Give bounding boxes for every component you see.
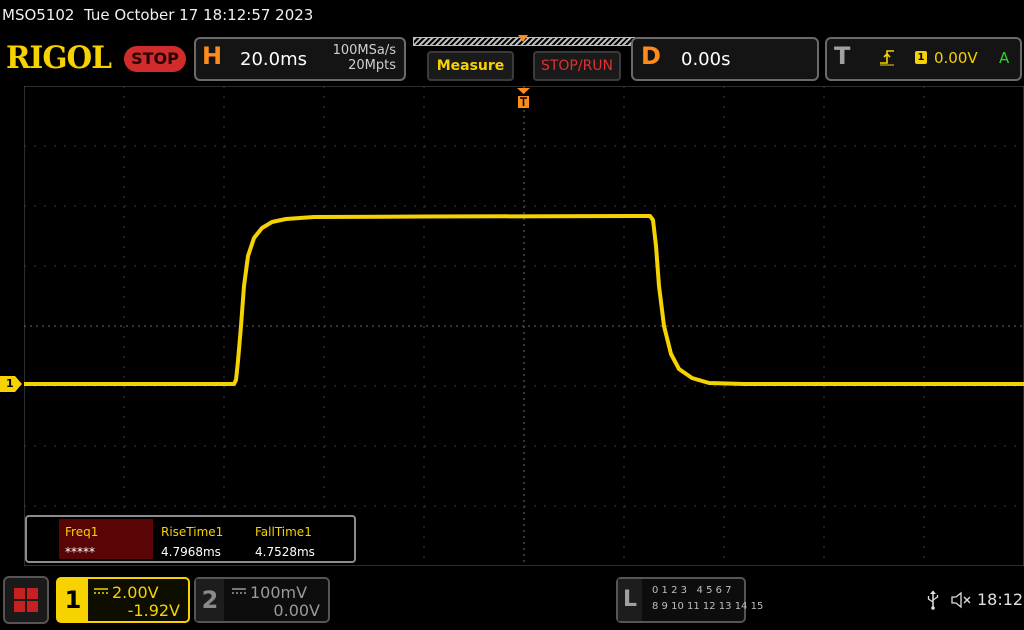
dc-coupling-icon [232, 588, 246, 594]
ch1-number: 1 [58, 579, 88, 621]
digital-channels-row-1: 0 1 2 3 4 5 6 7 [652, 585, 732, 596]
date-time: Tue October 17 18:12:57 2023 [84, 6, 314, 24]
delay-letter: D [641, 42, 661, 70]
trigger-position-marker-icon[interactable] [516, 86, 531, 110]
measurement-item[interactable]: Freq1 ***** [59, 519, 153, 559]
ch1-scale: 2.00V [112, 583, 159, 602]
measurement-value: 4.7528ms [255, 545, 315, 559]
main-menu-button[interactable] [3, 576, 49, 624]
digital-channels-row-2: 8 9 10 11 12 13 14 15 [652, 601, 764, 612]
sample-rate: 100MSa/s [332, 43, 396, 58]
top-bar: RIGOL STOP H 20.0ms 100MSa/s 20Mpts Meas… [0, 34, 1024, 84]
rigol-logo: RIGOL [6, 40, 112, 76]
measurement-label: Freq1 [65, 525, 99, 539]
ch2-number: 2 [196, 579, 224, 621]
logic-analyzer-letter: L [618, 579, 642, 621]
sound-muted-icon[interactable] [951, 591, 973, 609]
trigger-source-badge: 1 [915, 51, 927, 64]
measurement-item[interactable]: FallTime1 4.7528ms [249, 519, 343, 559]
timebase-value: 20.0ms [240, 49, 307, 70]
dc-coupling-icon [94, 588, 108, 594]
memory-depth: 20Mpts [348, 58, 396, 73]
waveform-grid[interactable] [24, 86, 1024, 566]
ch1-offset-marker[interactable]: 1 [0, 376, 22, 392]
run-state-badge[interactable]: STOP [124, 46, 186, 72]
ch2-scale: 100mV [250, 583, 308, 602]
usb-icon [927, 590, 939, 610]
title-line: MSO5102 Tue October 17 18:12:57 2023 [2, 6, 313, 24]
trigger-level: 0.00V [934, 49, 978, 67]
ch1-panel[interactable]: 1 2.00V -1.92V [56, 577, 190, 623]
horizontal-letter: H [202, 42, 223, 70]
ch1-marker-label: 1 [6, 377, 14, 390]
rising-edge-icon [880, 50, 894, 66]
delay-value: 0.00s [681, 49, 731, 70]
measurement-results[interactable]: Freq1 ***** RiseTime1 4.7968ms FallTime1… [25, 515, 356, 563]
delay-panel[interactable]: D 0.00s [631, 37, 819, 81]
measurement-label: FallTime1 [255, 525, 312, 539]
measurement-item[interactable]: RiseTime1 4.7968ms [155, 519, 249, 559]
measurement-label: RiseTime1 [161, 525, 224, 539]
measure-button[interactable]: Measure [427, 51, 514, 81]
stop-run-button[interactable]: STOP/RUN [533, 51, 621, 81]
trigger-letter: T [834, 42, 851, 70]
model-name: MSO5102 [2, 6, 75, 24]
acquisition-info: 100MSa/s 20Mpts [333, 43, 396, 73]
ch2-panel[interactable]: 2 100mV 0.00V [194, 577, 330, 623]
menu-grid-icon [14, 588, 38, 612]
ch2-offset: 0.00V [273, 601, 320, 620]
ch1-offset: -1.92V [127, 601, 180, 620]
trigger-mode: A [999, 49, 1010, 67]
system-clock: 18:12 [977, 590, 1024, 609]
trigger-panel[interactable]: T 1 0.00V A [825, 37, 1022, 81]
logic-analyzer-panel[interactable]: L 0 1 2 3 4 5 6 7 8 9 10 11 12 13 14 15 [616, 577, 763, 623]
memory-position-marker-icon [518, 35, 528, 42]
measurement-value: 4.7968ms [161, 545, 221, 559]
horizontal-panel[interactable]: H 20.0ms 100MSa/s 20Mpts [194, 37, 406, 81]
measurement-value: ***** [65, 545, 95, 559]
